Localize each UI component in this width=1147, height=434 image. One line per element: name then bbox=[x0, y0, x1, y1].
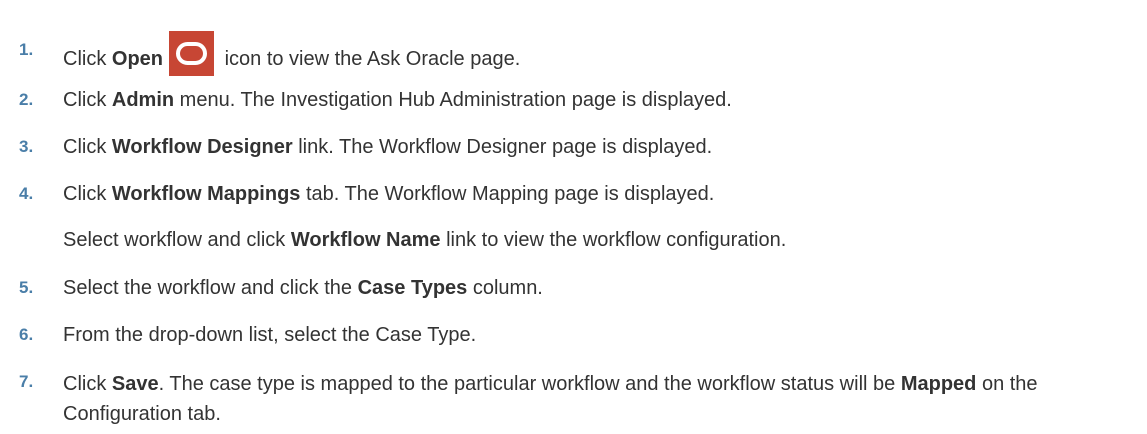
oracle-open-icon bbox=[169, 31, 215, 76]
step-number: 7. bbox=[19, 372, 34, 391]
case-types-label: Case Types bbox=[357, 277, 468, 299]
workflow-designer-label: Workflow Designer bbox=[111, 136, 293, 158]
admin-label: Admin bbox=[111, 89, 175, 111]
step-number: 2. bbox=[19, 90, 34, 109]
step-number: 6. bbox=[19, 325, 34, 344]
step-text: Click Open icon to view the Ask Oracle p… bbox=[63, 31, 520, 82]
step-text: Click Workflow Designer link. The Workfl… bbox=[63, 136, 713, 158]
open-label: Open bbox=[111, 47, 164, 70]
step-note-text: Select workflow and click Workflow Name … bbox=[63, 229, 787, 251]
save-label: Save bbox=[111, 373, 159, 395]
procedure-steps: 1. Click Open icon to view the Ask Oracl… bbox=[0, 0, 1147, 434]
step-text: Click Workflow Mappings tab. The Workflo… bbox=[63, 183, 715, 205]
step-number: 5. bbox=[19, 278, 34, 297]
mapped-label: Mapped bbox=[900, 373, 977, 395]
step-text: Select the workflow and click the Case T… bbox=[63, 277, 543, 299]
step-number: 3. bbox=[19, 137, 34, 156]
step-text: Click Admin menu. The Investigation Hub … bbox=[63, 89, 732, 111]
workflow-mappings-label: Workflow Mappings bbox=[111, 183, 301, 205]
step-number: 4. bbox=[19, 184, 34, 203]
workflow-name-label: Workflow Name bbox=[290, 229, 441, 251]
step-text: From the drop-down list, select the Case… bbox=[63, 324, 477, 346]
step-text: Click Save. The case type is mapped to t… bbox=[63, 373, 1038, 425]
step-number: 1. bbox=[19, 40, 34, 59]
